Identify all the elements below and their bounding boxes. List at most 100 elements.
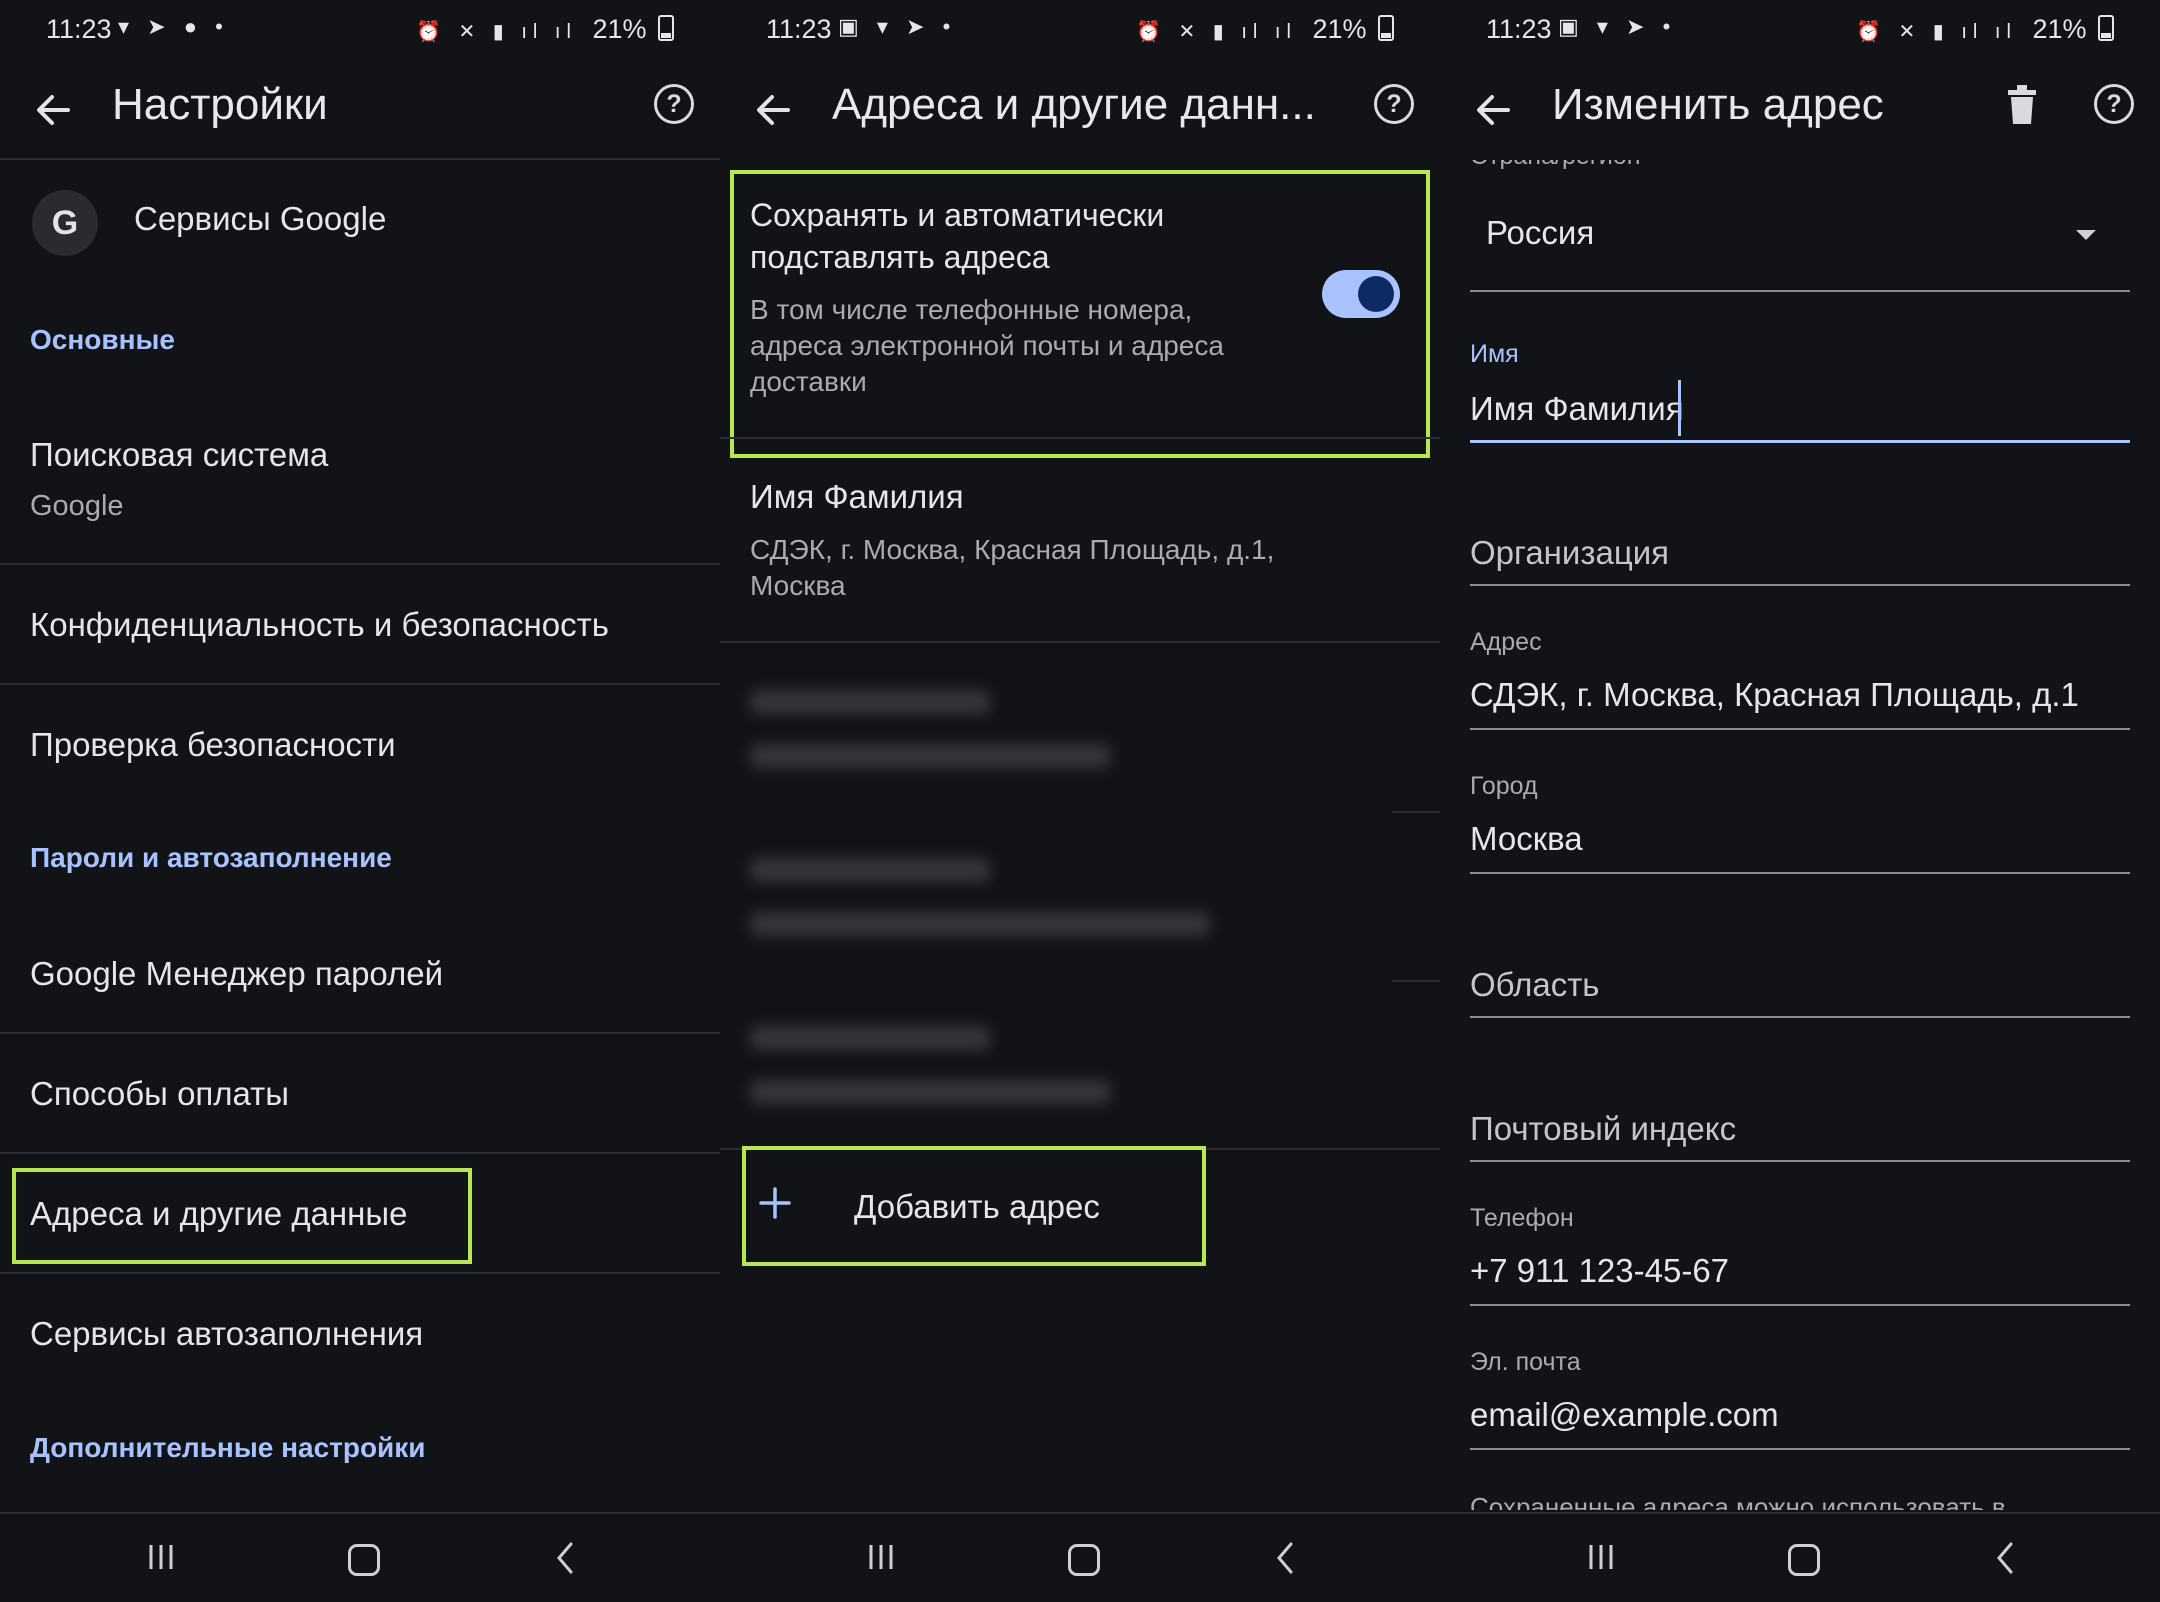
phone-label: Телефон [1470,1204,1574,1232]
status-time: 11:23 [766,14,832,44]
toggle-knob [1358,276,1394,312]
add-address-button[interactable]: Добавить адрес [854,1188,1100,1226]
divider [0,1272,720,1274]
section-basic: Основные [30,324,175,355]
address-entry-name[interactable]: Имя Фамилия [750,478,964,516]
dropdown-arrow-icon[interactable] [2076,230,2096,240]
battery-icon [1378,15,1394,41]
phone-underline [1470,1304,2130,1306]
plus-icon [759,1187,791,1219]
section-passwords: Пароли и автозаполнение [30,842,392,873]
app-bar: Настройки ? [0,60,720,160]
help-icon[interactable]: ? [654,84,694,124]
home-icon[interactable] [348,1544,380,1576]
recent-apps-icon[interactable] [1586,1542,1616,1572]
help-icon[interactable]: ? [1374,84,1414,124]
notification-icons: ▾ ➤ ● • [118,14,229,39]
notification-icons: ▣ ▾ ➤ • [838,14,957,39]
blurred-text [750,1080,1110,1104]
search-engine-value: Google [30,490,124,522]
address-input[interactable]: СДЭК, г. Москва, Красная Площадь, д.1 [1470,676,2079,714]
name-label: Имя [1470,340,1519,368]
nav-back-icon[interactable] [1270,1540,1300,1576]
divider [720,437,1440,439]
settings-screen: 11:23 ▾ ➤ ● • ⏰ ✕ ▮ ıl ıl 21% Настройки … [0,0,720,1600]
back-arrow-icon[interactable] [746,82,806,138]
nav-bar [0,1512,720,1600]
nav-bar [720,1512,1440,1600]
footer-note: Сохраненные адреса можно использовать в [1470,1492,2006,1510]
postal-code-input[interactable]: Почтовый индекс [1470,1110,1736,1148]
divider [0,563,720,565]
email-input[interactable]: email@example.com [1470,1396,1779,1434]
addresses-screen: 11:23 ▣ ▾ ➤ • ⏰ ✕ ▮ ıl ıl 21% Адреса и д… [720,0,1440,1600]
nav-bar [1440,1512,2160,1602]
autofill-toggle-description: В том числе телефонные номера, адреса эл… [750,294,1224,397]
blurred-text [750,1026,990,1050]
safety-check-item[interactable]: Проверка безопасности [30,726,396,764]
password-manager-item[interactable]: Google Менеджер паролей [30,955,443,993]
autofill-toggle-switch[interactable] [1322,270,1400,318]
email-label: Эл. почта [1470,1348,1581,1376]
divider [0,1032,720,1034]
page-title: Адреса и другие данн... [832,80,1316,129]
recent-apps-icon[interactable] [146,1542,176,1572]
city-input[interactable]: Москва [1470,820,1583,858]
city-label: Город [1470,772,1538,800]
divider [0,683,720,685]
phone-input[interactable]: +7 911 123-45-67 [1470,1252,1729,1290]
region-input[interactable]: Область [1470,966,1600,1004]
blurred-text [750,858,990,882]
addresses-item[interactable]: Адреса и другие данные [30,1195,407,1233]
city-underline [1470,872,2130,874]
page-title: Настройки [112,80,328,129]
country-label: Страна/регион [1470,160,1641,171]
blurred-text [750,690,990,714]
status-right: ⏰ ✕ ▮ ıl ıl 21% [416,14,674,45]
autofill-services-item[interactable]: Сервисы автозаполнения [30,1315,423,1353]
form-scroll-area: Страна/регион Россия Имя Имя Фамилия Орг… [1440,160,2160,1510]
back-arrow-icon[interactable] [26,82,86,138]
google-services-item[interactable]: Сервисы Google [134,200,386,238]
divider [1392,811,1440,813]
status-right: ⏰ ✕ ▮ ıl ıl 21% [1136,14,1394,45]
divider [0,1152,720,1154]
address-underline [1470,728,2130,730]
address-label: Адрес [1470,628,1542,656]
blurred-text [750,744,1110,768]
text-caret [1678,380,1681,436]
status-bar: 11:23 ▾ ➤ ● • ⏰ ✕ ▮ ıl ıl 21% [0,0,720,60]
name-input[interactable]: Имя Фамилия [1470,390,1684,428]
nav-back-icon[interactable] [550,1540,580,1576]
home-icon[interactable] [1788,1544,1820,1576]
edit-address-form: Страна/регион Россия Имя Имя Фамилия Орг… [1440,0,2160,1600]
country-underline [1470,290,2130,292]
battery-level: 21% [592,14,647,44]
privacy-item[interactable]: Конфиденциальность и безопасность [30,606,609,644]
status-bar: 11:23 ▣ ▾ ➤ • ⏰ ✕ ▮ ıl ıl 21% [720,0,1440,60]
battery-level: 21% [1312,14,1367,44]
section-advanced: Дополнительные настройки [30,1432,426,1463]
country-select[interactable]: Россия [1486,214,1594,252]
search-engine-item[interactable]: Поисковая система [30,436,328,474]
divider [720,641,1440,643]
postal-code-underline [1470,1160,2130,1162]
app-bar: Адреса и другие данн... ? [720,60,1440,160]
signal-icons: ⏰ ✕ ▮ ıl ıl [1136,21,1297,43]
email-underline [1470,1448,2130,1450]
blurred-text [750,912,1210,936]
payment-methods-item[interactable]: Способы оплаты [30,1075,289,1113]
divider [1392,980,1440,982]
nav-back-icon[interactable] [1990,1540,2020,1576]
organization-underline [1470,584,2130,586]
organization-input[interactable]: Организация [1470,534,1669,572]
name-underline [1470,440,2130,443]
autofill-toggle-title: Сохранять и автоматически подставлять ад… [750,197,1165,275]
home-icon[interactable] [1068,1544,1100,1576]
google-logo-icon: G [32,190,98,256]
recent-apps-icon[interactable] [866,1542,896,1572]
status-time: 11:23 [46,14,112,44]
battery-icon [658,15,674,41]
address-entry-detail: СДЭК, г. Москва, Красная Площадь, д.1, М… [750,534,1275,601]
region-underline [1470,1016,2130,1018]
